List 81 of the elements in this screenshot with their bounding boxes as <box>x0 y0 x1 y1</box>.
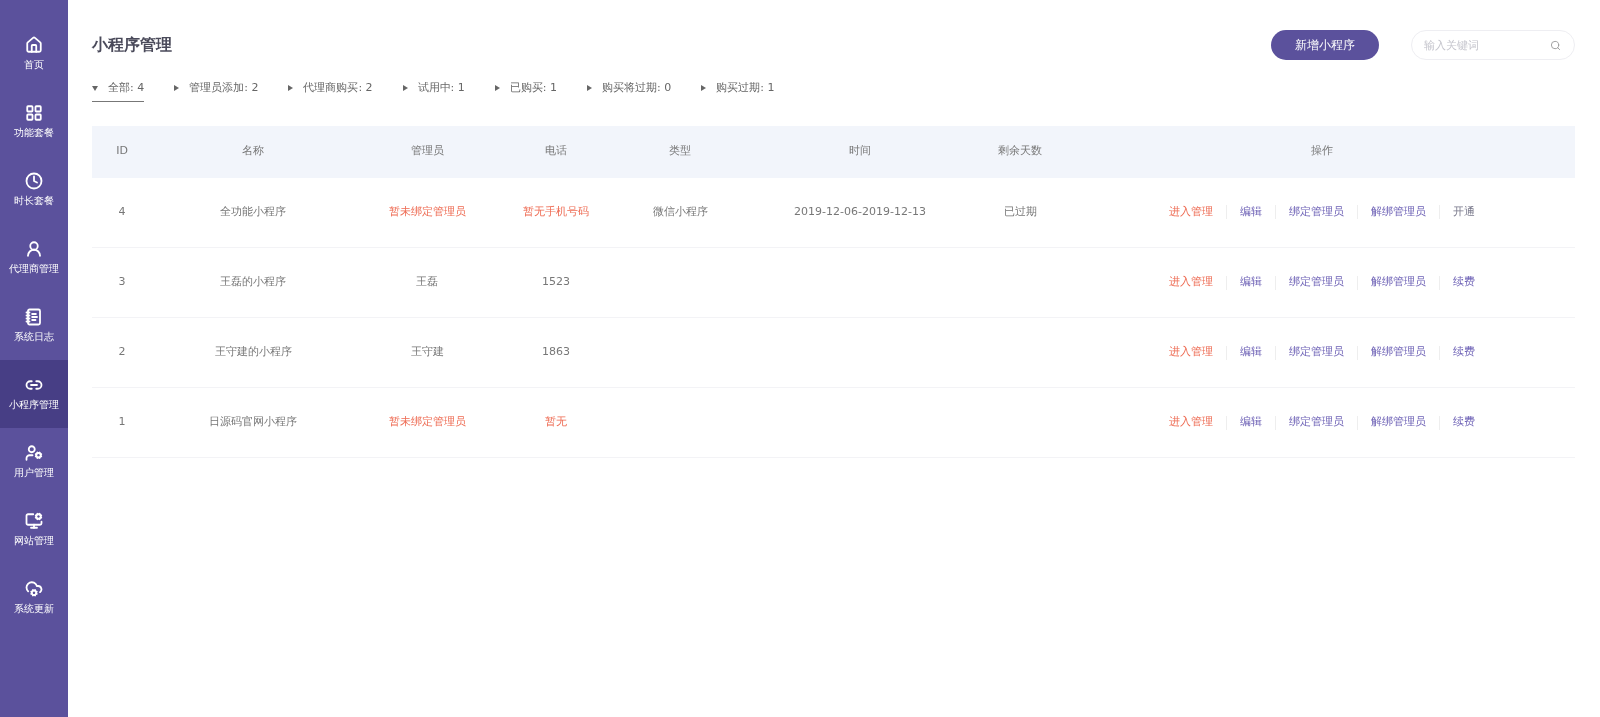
action-link[interactable]: 开通 <box>1452 204 1475 221</box>
action-link[interactable]: 编辑 <box>1239 344 1262 361</box>
sidebar-item[interactable]: 代理商管理 <box>0 224 68 292</box>
column-header: 类型 <box>612 125 748 178</box>
sidebar-item[interactable]: 用户管理 <box>0 428 68 496</box>
action-link[interactable]: 解绑管理员 <box>1370 414 1426 431</box>
table-cell: 全功能小程序 <box>220 205 286 218</box>
table-cell: 王守建的小程序 <box>214 345 292 359</box>
caret-right-icon <box>701 85 707 92</box>
column-header: 时间 <box>748 125 972 178</box>
column-header: 管理员 <box>354 125 500 178</box>
home-icon <box>25 36 43 54</box>
filter-tab[interactable]: 代理商购买: 2 <box>288 80 373 102</box>
sidebar-item[interactable]: 首页 <box>0 20 68 88</box>
table-cell: 已过期 <box>1003 205 1037 218</box>
filter-tab[interactable]: 全部: 4 <box>92 80 145 102</box>
action-link[interactable]: 绑定管理员 <box>1288 414 1344 431</box>
add-button[interactable]: 新增小程序 <box>1271 30 1379 60</box>
sidebar-item[interactable]: 时长套餐 <box>0 156 68 224</box>
table-cell: 4 <box>118 205 126 218</box>
action-link[interactable]: 续费 <box>1452 414 1475 431</box>
table-cell: 1 <box>118 415 126 429</box>
table-cell: 暂无手机号码 <box>523 205 589 218</box>
action-link[interactable]: 绑定管理员 <box>1288 344 1344 361</box>
caret-right-icon <box>288 85 294 92</box>
person-icon <box>25 240 43 258</box>
page-title: 小程序管理 <box>92 34 172 56</box>
action-link[interactable]: 编辑 <box>1239 274 1262 291</box>
table-cell: 1523 <box>542 275 570 289</box>
column-header: 名称 <box>152 125 354 178</box>
action-link[interactable]: 解绑管理员 <box>1370 274 1426 291</box>
filter-tab[interactable]: 试用中: 1 <box>402 80 465 102</box>
table-cell: 1863 <box>542 345 570 359</box>
action-link[interactable]: 进入管理 <box>1168 344 1213 361</box>
action-link[interactable]: 进入管理 <box>1168 274 1213 291</box>
column-header: 电话 <box>500 125 612 178</box>
table-cell: 日源码官网小程序 <box>209 415 297 429</box>
action-link[interactable]: 进入管理 <box>1168 414 1213 431</box>
caret-right-icon <box>587 85 592 92</box>
caret-right-icon <box>174 85 180 92</box>
action-link[interactable]: 解绑管理员 <box>1370 344 1426 361</box>
sidebar-item[interactable]: 功能套餐 <box>0 88 68 156</box>
action-link[interactable]: 解绑管理员 <box>1370 204 1426 221</box>
clock-icon <box>25 172 43 190</box>
column-header: 操作 <box>1068 125 1575 178</box>
table-cell: 王磊 <box>416 275 438 289</box>
grid-icon <box>25 104 43 122</box>
action-link[interactable]: 续费 <box>1452 344 1475 361</box>
table-cell: 微信小程序 <box>652 205 708 218</box>
cloud-icon <box>25 580 43 598</box>
search-icon <box>1550 40 1561 51</box>
table-cell: 暂无 <box>545 415 567 429</box>
action-link[interactable]: 编辑 <box>1239 414 1262 431</box>
action-link[interactable]: 编辑 <box>1239 204 1262 221</box>
table-cell: 2 <box>118 345 126 359</box>
filter-tab[interactable]: 购买将过期: 0 <box>587 80 672 102</box>
filter-tab[interactable]: 购买过期: 1 <box>701 80 775 102</box>
action-link[interactable]: 绑定管理员 <box>1288 204 1344 221</box>
sidebar-item[interactable]: 小程序管理 <box>0 360 68 428</box>
caret-right-icon <box>494 85 500 92</box>
filter-tab[interactable]: 管理员添加: 2 <box>174 80 259 102</box>
notebook-icon <box>25 308 43 326</box>
table-cell: 王磊的小程序 <box>220 275 286 289</box>
table-cell: 王守建 <box>410 345 444 359</box>
table-cell: 3 <box>118 275 126 289</box>
column-header: ID <box>92 125 152 178</box>
filter-tab[interactable]: 已购买: 1 <box>494 80 557 102</box>
caret-right-icon <box>402 85 408 92</box>
table-cell: 2019-12-06-2019-12-13 <box>794 205 926 218</box>
monitor-gear-icon <box>25 512 43 530</box>
action-link[interactable]: 续费 <box>1452 274 1475 291</box>
action-link[interactable]: 绑定管理员 <box>1288 274 1344 291</box>
sidebar-item[interactable]: 系统日志 <box>0 292 68 360</box>
action-link[interactable]: 进入管理 <box>1168 204 1213 221</box>
sidebar-item[interactable]: 网站管理 <box>0 496 68 564</box>
caret-down-icon <box>92 85 98 91</box>
column-header: 剩余天数 <box>972 125 1068 178</box>
table-cell: 暂未绑定管理员 <box>388 415 466 429</box>
user-gear-icon <box>25 444 43 462</box>
sidebar-item[interactable]: 系统更新 <box>0 564 68 632</box>
table-cell: 暂未绑定管理员 <box>388 205 466 218</box>
